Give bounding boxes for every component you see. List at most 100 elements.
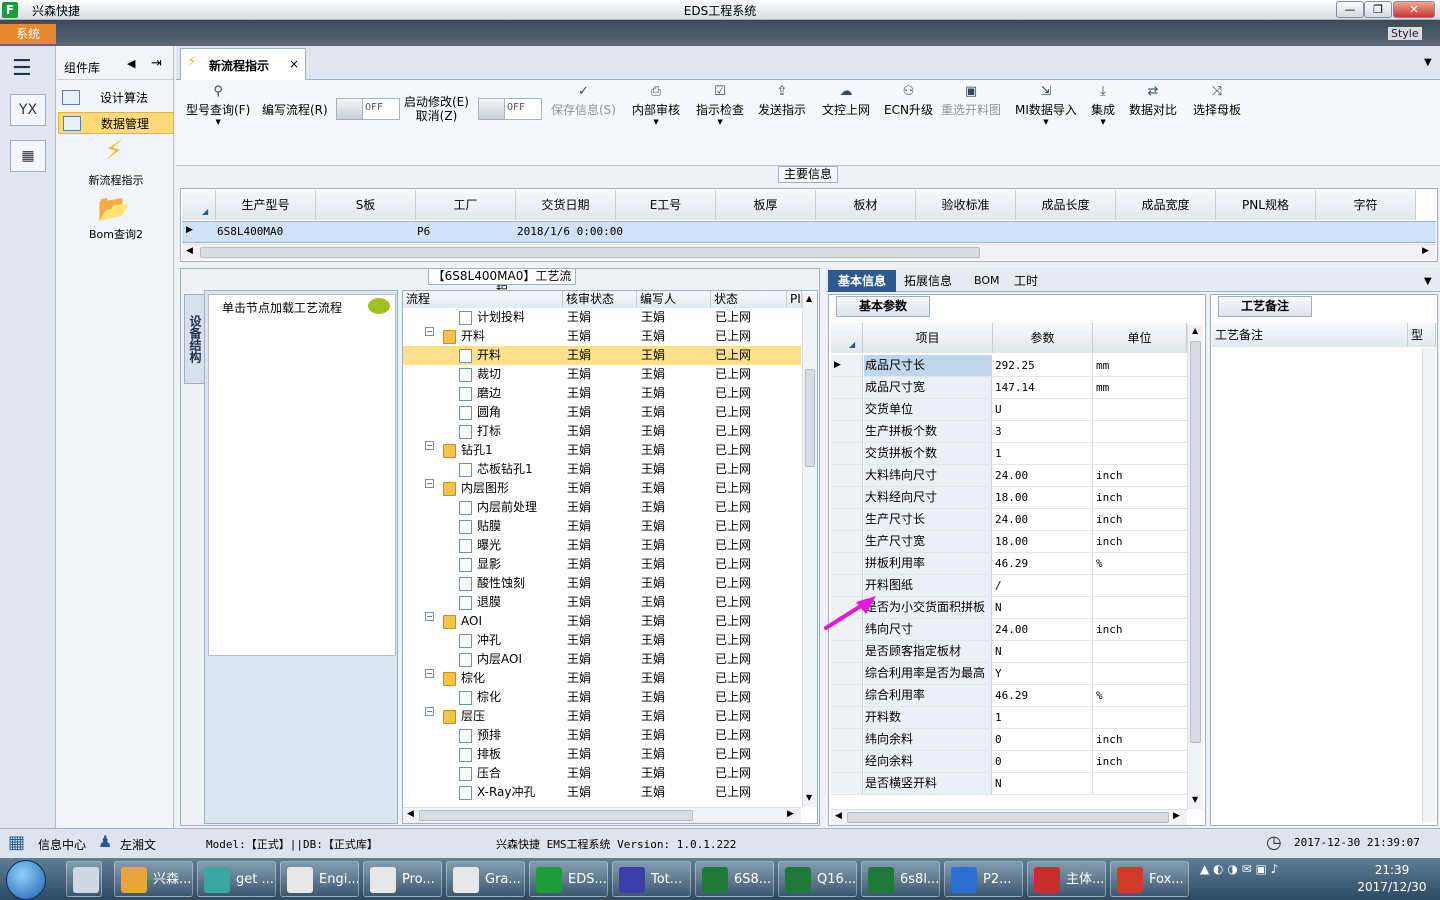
horizontal-scrollbar[interactable]: ◀ ▶ [831, 809, 1187, 825]
yx-module-icon[interactable]: YX [10, 94, 46, 126]
tree-row[interactable]: 排板 王娟 王娟 已上网 [403, 745, 801, 764]
tab-extended-info[interactable]: 拓展信息 [904, 270, 952, 292]
tree-row[interactable]: − AOI 王娟 王娟 已上网 [403, 612, 801, 631]
row-header[interactable] [831, 663, 863, 684]
param-value[interactable]: 24.00 [993, 465, 1093, 486]
tab-basic-info[interactable]: 基本信息 [828, 270, 896, 292]
tree-row[interactable]: − 层压 王娟 王娟 已上网 [403, 707, 801, 726]
param-value[interactable]: 0 [993, 729, 1093, 750]
param-row[interactable]: 交货拼板个数 1 [831, 443, 1187, 465]
col-header[interactable]: 工艺备注 [1212, 323, 1408, 347]
tree-row[interactable]: 显影 王娟 王娟 已上网 [403, 555, 801, 574]
row-header[interactable] [831, 773, 863, 794]
col-header[interactable]: PNL规格 [1216, 190, 1316, 220]
param-row[interactable]: 大料纬向尺寸 24.00 inch [831, 465, 1187, 487]
row-header[interactable] [831, 707, 863, 728]
collapse-toggle-icon[interactable]: − [425, 612, 434, 621]
param-row[interactable]: 综合利用率 46.29% [831, 685, 1187, 707]
internal-review-button[interactable]: ⎙ 内部审核 ▼ [632, 84, 680, 126]
col-header[interactable]: 成品长度 [1016, 190, 1116, 220]
taskbar-item[interactable]: get ... [197, 861, 276, 897]
param-value[interactable]: 147.14 [993, 377, 1093, 398]
row-header[interactable] [831, 487, 863, 508]
row-header[interactable] [831, 751, 863, 772]
col-header[interactable]: 工厂 [416, 190, 516, 220]
bom-query-launcher[interactable]: Bom查询2 [58, 226, 174, 242]
param-row[interactable]: 是否横竖开料 N [831, 773, 1187, 795]
row-header[interactable] [831, 685, 863, 706]
col-header[interactable]: 验收标准 [916, 190, 1016, 220]
table-row[interactable] [182, 221, 1436, 243]
tree-row[interactable]: 计划投料 王娟 王娟 已上网 [403, 308, 801, 327]
taskbar-item[interactable]: Pro... [363, 861, 442, 897]
cell-model[interactable]: 6S8L400MA0 [217, 225, 283, 238]
col-header[interactable]: PI [787, 291, 802, 308]
collapse-toggle-icon[interactable]: − [425, 479, 434, 488]
comp-item-data-management[interactable]: 数据管理 [58, 112, 174, 134]
tree-row[interactable]: 棕化 王娟 王娟 已上网 [403, 688, 801, 707]
row-header[interactable] [831, 377, 863, 398]
taskbar-item[interactable]: EDS... [529, 861, 608, 897]
tree-row[interactable]: 压合 王娟 王娟 已上网 [403, 764, 801, 783]
calculator-module-icon[interactable]: ▦ [10, 140, 46, 172]
instruction-check-button[interactable]: ☑ 指示检查 ▼ [696, 84, 744, 126]
write-flow-button[interactable]: 编写流程(R) [262, 101, 328, 141]
col-header[interactable]: S板 [316, 190, 416, 220]
param-row[interactable]: 经向余料 0 inch [831, 751, 1187, 773]
col-header[interactable]: 编写人 [637, 291, 711, 308]
row-header[interactable] [831, 531, 863, 552]
vertical-scrollbar[interactable]: ▲ ▼ [1187, 325, 1203, 809]
param-row[interactable]: 交货单位 U [831, 399, 1187, 421]
col-header[interactable]: 板厚 [716, 190, 816, 220]
taskbar-item[interactable]: 6S8... [695, 861, 774, 897]
collapse-left-icon[interactable]: ◀ [127, 57, 135, 70]
row-header[interactable] [831, 399, 863, 420]
write-flow-toggle[interactable]: OFF [336, 98, 400, 120]
taskbar-clock[interactable]: 21:39 2017/12/30 [1352, 862, 1432, 896]
taskbar-item[interactable]: 6s8l... [861, 861, 940, 897]
tab-close-icon[interactable]: × [289, 57, 299, 71]
start-modify-button[interactable]: 启动修改(E) 取消(Z) [404, 95, 469, 135]
maximize-button[interactable]: ❐ [1364, 1, 1392, 18]
ecn-upgrade-button[interactable]: ⚇ ECN升级 [884, 84, 933, 124]
param-value[interactable]: 46.29 [993, 685, 1093, 706]
node-box[interactable] [208, 294, 396, 656]
start-button[interactable] [6, 860, 46, 900]
col-header[interactable]: 流程 [403, 291, 563, 308]
taskbar-item[interactable]: Tot... [612, 861, 691, 897]
col-header[interactable]: E工号 [616, 190, 716, 220]
right-tabs-dropdown-icon[interactable]: ▼ [1424, 276, 1432, 287]
tab-bom[interactable]: BOM [974, 270, 1000, 292]
tree-row[interactable]: 内层AOI 王娟 王娟 已上网 [403, 650, 801, 669]
row-header[interactable] [831, 465, 863, 486]
tree-row[interactable]: 内层前处理 王娟 王娟 已上网 [403, 498, 801, 517]
side-tab-equipment-structure[interactable]: 设备结构 [184, 294, 204, 384]
param-row[interactable]: 综合利用率是否为最高 Y [831, 663, 1187, 685]
param-value[interactable]: / [993, 575, 1093, 596]
taskbar-item[interactable]: Fox... [1110, 861, 1189, 897]
data-compare-button[interactable]: ⇄ 数据对比 [1129, 84, 1177, 124]
doc-control-online-button[interactable]: ☁ 文控上网 [822, 84, 870, 124]
reselect-cut-drawing-button[interactable]: ▣ 重选开料图 [941, 84, 1001, 124]
tree-row[interactable]: 退膜 王娟 王娟 已上网 [403, 593, 801, 612]
close-button[interactable]: ✕ [1393, 1, 1435, 18]
col-header[interactable]: 单位 [1093, 323, 1187, 353]
col-header[interactable]: 交货日期 [516, 190, 616, 220]
tree-row[interactable]: 预排 王娟 王娟 已上网 [403, 726, 801, 745]
collapse-toggle-icon[interactable]: − [425, 441, 434, 450]
tree-row[interactable]: − 内层图形 王娟 王娟 已上网 [403, 479, 801, 498]
tree-row[interactable]: 冲孔 王娟 王娟 已上网 [403, 631, 801, 650]
param-row[interactable]: 是否顾客指定板材 N [831, 641, 1187, 663]
info-center-link[interactable]: 信息中心 [38, 836, 86, 853]
comp-item-design-algorithm[interactable]: 设计算法 [58, 87, 174, 109]
param-value[interactable]: 24.00 [993, 509, 1093, 530]
param-value[interactable]: 292.25 [993, 355, 1093, 376]
tree-row[interactable]: 芯板钻孔1 王娟 王娟 已上网 [403, 460, 801, 479]
param-value[interactable]: 46.29 [993, 553, 1093, 574]
taskbar-item[interactable]: 主体... [1027, 861, 1106, 897]
param-value[interactable]: Y [993, 663, 1093, 684]
tree-row[interactable]: − 钻孔1 王娟 王娟 已上网 [403, 441, 801, 460]
param-value[interactable]: N [993, 641, 1093, 662]
row-header[interactable] [831, 421, 863, 442]
col-header[interactable]: 板材 [816, 190, 916, 220]
